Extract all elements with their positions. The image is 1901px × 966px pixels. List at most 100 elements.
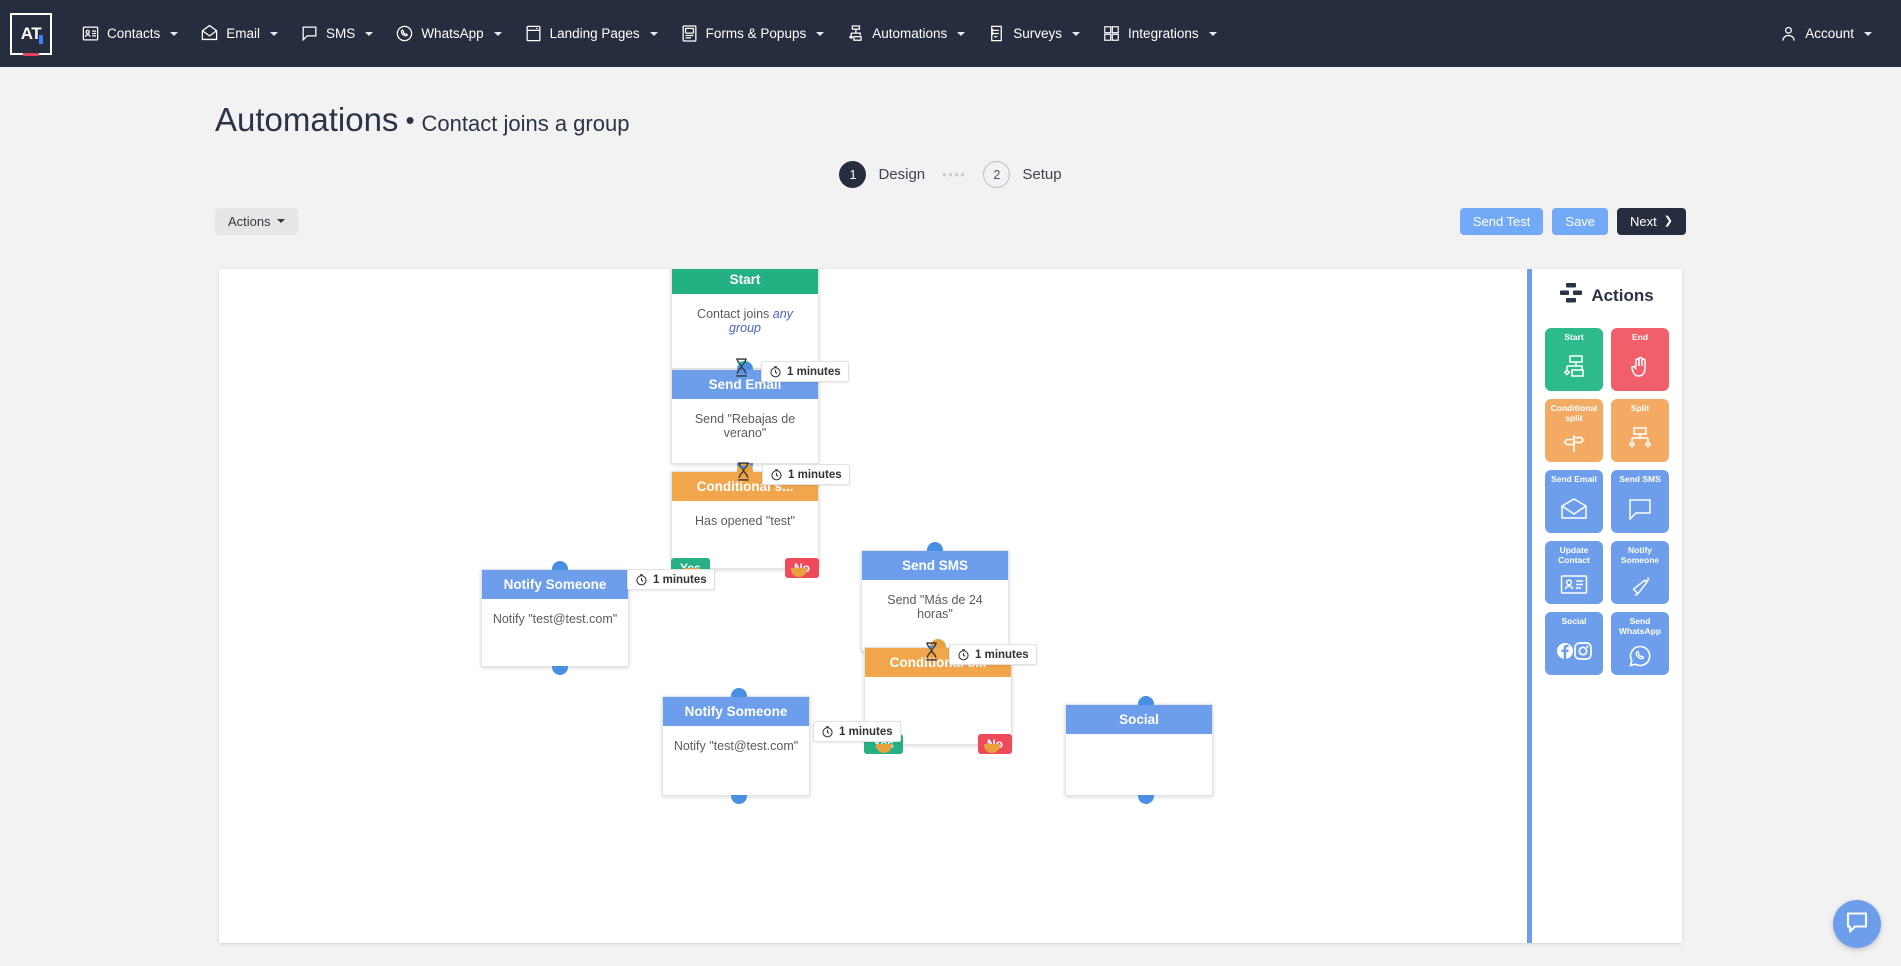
chevron-right-icon: ❯ [1664,216,1673,227]
node-notify-someone-1[interactable]: Notify Someone Notify "test@test.com" [481,569,629,667]
action-tile-social[interactable]: Social [1545,612,1603,675]
action-tile-label: Start [1562,333,1585,343]
surveys-icon [987,24,1006,43]
node-start[interactable]: Start Contact joins any group [671,269,819,369]
top-navbar: AT Contacts Email SMS WhatsApp Landing P… [0,0,1901,67]
chevron-down-icon [816,32,824,36]
chevron-down-icon [270,32,278,36]
wizard-stepper: 1 Design •••• 2 Setup [0,161,1901,188]
action-tile-split[interactable]: Split [1611,399,1669,462]
nav-item-whatsapp[interactable]: WhatsApp [384,16,512,51]
action-tile-label: Social [1559,617,1588,627]
actions-panel: Actions Start End Conditional split [1527,269,1682,943]
action-tile-label: Send WhatsApp [1611,617,1669,637]
nav-item-label: Email [226,26,260,41]
next-button[interactable]: Next ❯ [1617,208,1686,235]
title-separator: • [405,105,414,135]
start-flow-icon [1561,343,1587,391]
nav-item-label: SMS [326,26,355,41]
node-port-bottom[interactable] [552,666,568,675]
action-tile-end[interactable]: End [1611,328,1669,391]
chevron-down-icon [650,32,658,36]
action-tile-label: Conditional split [1545,404,1603,424]
node-body: Send "Más de 24 horas" [862,580,1008,634]
action-tile-send-sms[interactable]: Send SMS [1611,470,1669,533]
node-body: Has opened "test" [672,501,818,541]
chevron-down-icon [957,32,965,36]
save-button[interactable]: Save [1552,208,1608,235]
chevron-down-icon [1209,32,1217,36]
node-send-email[interactable]: Send Email Send "Rebajas de verano" [671,369,819,464]
timer-badge: 1 minutes [761,361,849,382]
chat-widget-button[interactable] [1833,900,1881,948]
timer-label: 1 minutes [839,726,893,738]
nav-item-label: Automations [872,26,947,41]
chat-icon [1844,909,1870,940]
page-subtitle: Contact joins a group [422,111,630,136]
action-tile-send-email[interactable]: Send Email [1545,470,1603,533]
hourglass-icon [736,462,751,486]
node-port-bottom[interactable] [1138,795,1154,804]
action-tile-label: End [1630,333,1650,343]
node-port-top[interactable] [731,688,747,697]
step-design[interactable]: 1 Design [839,161,925,188]
chevron-down-icon [1864,32,1872,36]
node-port-top[interactable] [927,542,943,551]
automation-canvas[interactable]: Start Contact joins any group 1 minutes … [219,269,1674,943]
flow-blocks-icon [1560,283,1582,308]
email-icon [200,24,219,43]
node-port-top[interactable] [1138,696,1154,705]
nav-item-surveys[interactable]: Surveys [976,16,1091,51]
node-port-top[interactable] [552,561,568,570]
brand-logo[interactable]: AT [10,13,52,55]
step-setup[interactable]: 2 Setup [983,161,1061,188]
node-send-sms[interactable]: Send SMS Send "Más de 24 horas" [861,550,1009,652]
flow-edges [219,269,519,419]
nav-item-landing-pages[interactable]: Landing Pages [513,16,669,51]
node-notify-someone-2[interactable]: Notify Someone Notify "test@test.com" [662,696,810,796]
node-body: Send "Rebajas de verano" [672,399,818,453]
brand-underline [23,53,39,56]
landing-pages-icon [524,24,543,43]
nav-item-label: Account [1805,26,1854,41]
next-button-label: Next [1630,215,1657,228]
whatsapp-icon [395,24,414,43]
bell-icon [1628,566,1653,604]
whatsapp-icon [1628,637,1652,675]
sms-icon [300,24,319,43]
node-body [865,677,1011,703]
nav-item-contacts[interactable]: Contacts [70,16,189,51]
action-tile-label: Notify Someone [1611,546,1669,566]
step-number: 2 [983,161,1010,188]
nav-item-forms-popups[interactable]: Forms & Popups [669,16,836,51]
node-social[interactable]: Social [1065,704,1213,796]
action-tile-conditional-split[interactable]: Conditional split [1545,399,1603,462]
actions-dropdown-button[interactable]: Actions [215,208,298,235]
node-title: Social [1066,705,1212,734]
send-test-button[interactable]: Send Test [1460,208,1544,235]
signpost-icon [1561,424,1587,462]
nav-item-automations[interactable]: Automations [835,16,976,51]
nav-item-label: WhatsApp [421,26,483,41]
editor-toolbar: Actions Send Test Save Next ❯ [0,206,1901,236]
action-tile-update-contact[interactable]: Update Contact [1545,541,1603,604]
node-title: Send SMS [862,551,1008,580]
chevron-down-icon [494,32,502,36]
nav-item-integrations[interactable]: Integrations [1091,16,1228,51]
page-title: Automations [215,101,398,138]
contact-card-icon [1560,566,1588,604]
action-tile-start[interactable]: Start [1545,328,1603,391]
action-tile-send-whatsapp[interactable]: Send WhatsApp [1611,612,1669,675]
forms-popups-icon [680,24,699,43]
hourglass-icon [734,358,749,382]
automations-icon [846,24,865,43]
user-icon [1779,24,1798,43]
nav-item-sms[interactable]: SMS [289,16,384,51]
node-port-bottom[interactable] [731,795,747,804]
nav-item-email[interactable]: Email [189,16,289,51]
action-tile-notify-someone[interactable]: Notify Someone [1611,541,1669,604]
actions-panel-header: Actions [1532,269,1682,318]
brand-dot [39,35,43,44]
nav-item-account[interactable]: Account [1768,16,1883,51]
timer-badge: 1 minutes [949,644,1037,665]
